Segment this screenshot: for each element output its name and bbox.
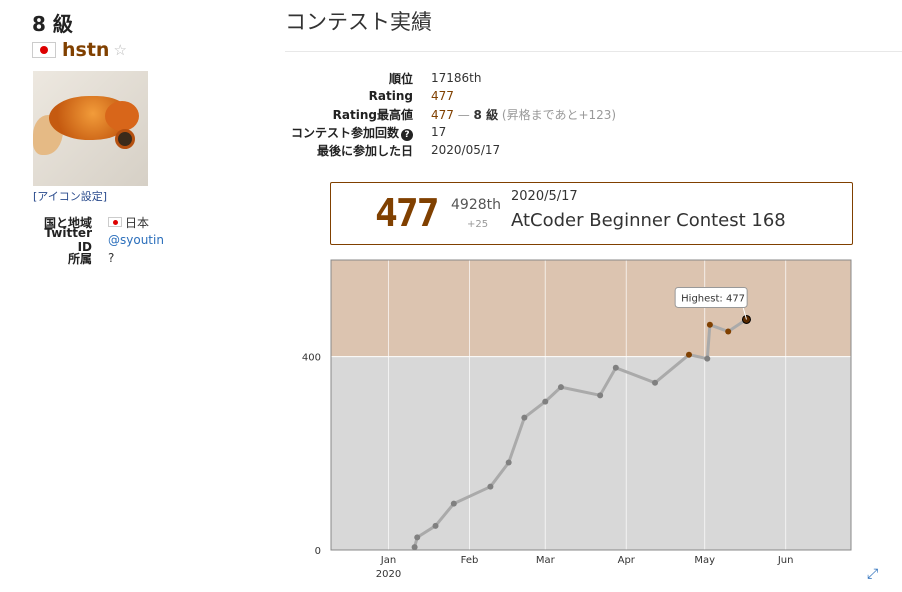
x-tick-label: Jun [777,555,794,566]
user-name-row: hstn ☆ [32,39,272,61]
profile-info-table: 国と地域 日本 Twitter ID @syoutin 所属 ? [32,213,164,267]
promotion-note: (昇格まであと+123) [501,107,617,122]
data-point [685,351,692,358]
goldfish-eye-shape [115,129,135,149]
twitter-link[interactable]: @syoutin [108,233,164,247]
data-point [432,522,439,529]
data-point [414,534,421,541]
stat-key-last: 最後に参加した日 [316,143,413,158]
avatar [33,71,148,186]
card-date: 2020/5/17 [511,189,578,204]
data-point [521,414,528,421]
japan-flag-icon [32,42,56,58]
info-value-country: 日本 [108,214,149,231]
rating-chart-svg[interactable]: Jan Feb Mar Apr May Jun 2020 0 400 Highest: 477 [285,256,885,592]
max-rating-kyu: 8 級 [473,107,499,122]
card-rating-diff: +25 [467,219,489,230]
info-key-affiliation: 所属 [67,251,92,266]
data-point [725,328,732,335]
stat-row-rating: Rating 477 [285,87,616,105]
help-question-icon[interactable]: ? [401,128,413,141]
stat-key-count: コンテスト参加回数? [285,124,413,141]
y-tick-label: 0 [315,546,321,557]
japan-flag-icon [108,217,122,227]
data-point [411,544,418,551]
goldfish-head-shape [105,101,139,131]
tooltip-text: Highest: 477 [681,293,745,304]
y-tick-label: 400 [302,353,321,364]
favorite-star-icon[interactable]: ☆ [113,41,126,59]
stat-row-rank: 順位 17186th [285,69,616,87]
data-point [487,483,494,490]
divider [285,51,902,52]
max-rating-separator: — [453,107,474,122]
expand-chart-icon[interactable]: ⤢ [867,566,878,582]
data-point [704,355,711,362]
stat-key-rating: Rating [368,89,413,103]
rating-chart[interactable]: Jan Feb Mar Apr May Jun 2020 0 400 Highest: 477 ⤢ [285,256,885,592]
contest-stats-table: 順位 17186th Rating 477 Rating最高値 477 — 8 … [285,69,616,159]
data-point [597,392,604,399]
info-row-affiliation: 所属 ? [32,249,164,267]
data-point [505,459,512,466]
profile-panel: 8 級 hstn ☆ [アイコン設定] 国と地域 日本 Twitter ID @… [32,8,272,266]
contest-result-card: 477 4928th +25 2020/5/17 AtCoder Beginne… [330,182,853,245]
max-rating-value: 477 [431,107,454,122]
data-point [450,500,457,507]
stat-value-count: 17 [431,125,447,139]
data-point [557,384,564,391]
card-rank: 4928th [451,197,501,213]
info-row-twitter: Twitter ID @syoutin [32,226,164,254]
x-tick-label: May [694,555,715,566]
stat-row-last: 最後に参加した日 2020/05/17 [285,141,616,159]
icon-settings-link[interactable]: [アイコン設定] [33,188,107,204]
brown-band [331,260,851,357]
card-contest-name[interactable]: AtCoder Beginner Contest 168 [511,210,786,231]
data-point [542,398,549,405]
username[interactable]: hstn [62,39,109,61]
x-tick-label: Jan [380,555,396,566]
info-value-affiliation: ? [108,251,115,265]
stat-value-last: 2020/05/17 [431,143,501,157]
stat-row-count: コンテスト参加回数? 17 [285,123,616,141]
data-point [612,364,619,371]
card-rating: 477 [375,191,440,235]
page-title: コンテスト実績 [285,10,432,34]
x-tick-label: Feb [461,555,479,566]
x-tick-label: Mar [536,555,556,566]
stat-row-max-rating: Rating最高値 477 — 8 級 (昇格まであと+123) [285,105,616,123]
x-year-label: 2020 [376,569,401,580]
stat-value-rank: 17186th [431,71,482,85]
x-tick-label: Apr [618,555,636,566]
user-kyu-label: 8 級 [32,12,73,36]
stat-value-max-rating: 477 — 8 級 (昇格まであと+123) [431,106,616,123]
data-point [706,321,713,328]
stat-value-rating: 477 [431,89,454,103]
stat-key-max-rating: Rating最高値 [332,107,413,122]
data-point [741,314,751,324]
data-point [652,379,659,386]
stat-key-rank: 順位 [388,71,413,86]
country-name: 日本 [125,215,150,230]
gray-band [331,356,851,550]
stat-key-count-label: コンテスト参加回数 [290,125,399,140]
